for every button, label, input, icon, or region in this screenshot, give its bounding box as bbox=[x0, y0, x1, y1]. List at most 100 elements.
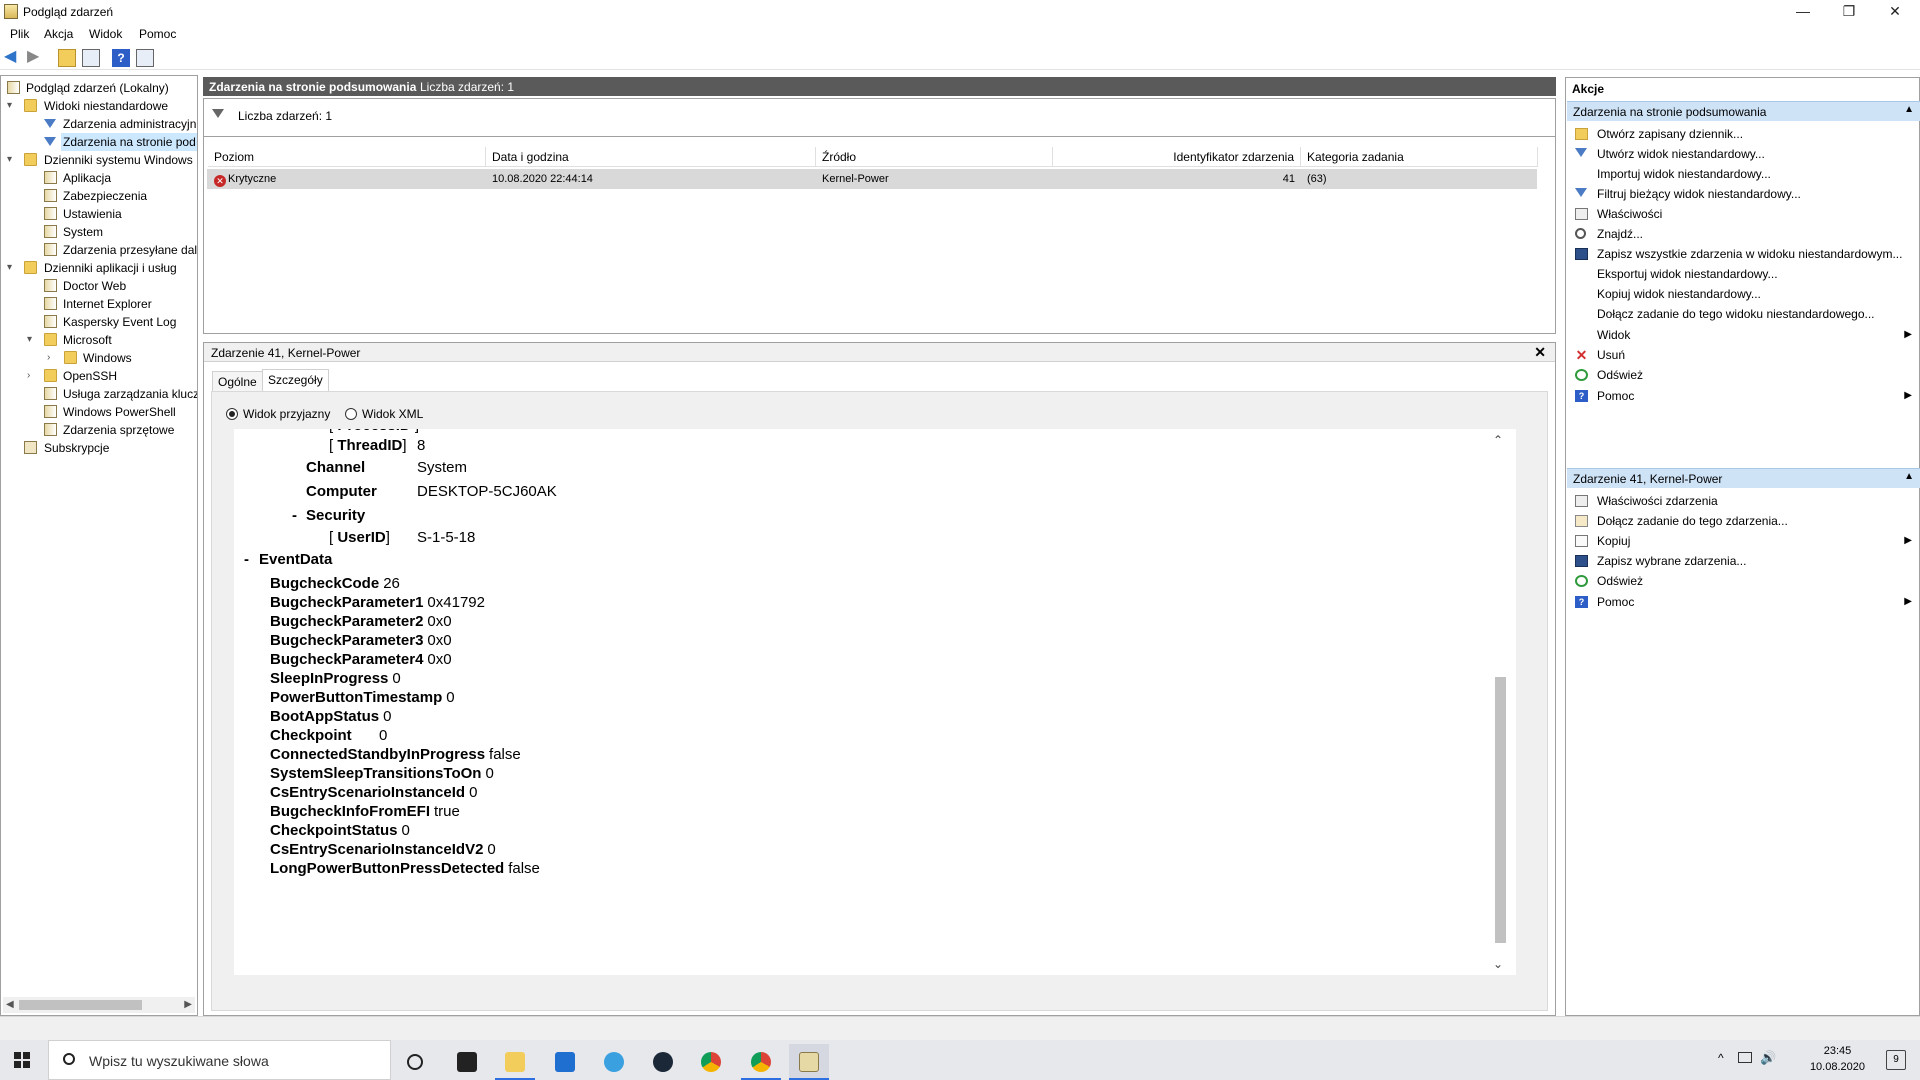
task-view-button[interactable] bbox=[395, 1044, 435, 1080]
submenu-arrow-icon: ▶ bbox=[1904, 390, 1912, 401]
log-icon bbox=[44, 171, 57, 184]
action-item[interactable]: Kopiuj ▶ bbox=[1567, 531, 1920, 551]
action-item[interactable]: Zapisz wybrane zdarzenia... bbox=[1567, 551, 1920, 571]
action-item[interactable]: Dołącz zadanie do tego zdarzenia... bbox=[1567, 511, 1920, 531]
expand-chevron-icon[interactable]: › bbox=[27, 367, 37, 385]
scrollbar-thumb[interactable] bbox=[1495, 677, 1506, 943]
back-arrow-icon[interactable]: ◀ bbox=[4, 49, 22, 67]
collapse-section-icon[interactable]: ▲ bbox=[1904, 471, 1914, 482]
mail-taskbar-button[interactable] bbox=[545, 1044, 585, 1080]
taskbar-search-box[interactable]: Wpisz tu wyszukiwane słowa bbox=[48, 1040, 391, 1080]
close-detail-icon[interactable]: ✕ bbox=[1534, 344, 1546, 361]
scroll-up-icon[interactable]: ⌃ bbox=[1493, 433, 1503, 447]
collapse-chevron-icon[interactable]: ▾ bbox=[7, 151, 17, 169]
friendly-view-content: [ ProcessID ] [ ThreadID] 8 Channel Syst… bbox=[234, 429, 1516, 975]
action-item[interactable]: Właściwości zdarzenia bbox=[1567, 491, 1920, 511]
action-item[interactable]: Importuj widok niestandardowy... bbox=[1567, 164, 1920, 184]
window-title: Podgląd zdarzeń bbox=[23, 5, 114, 19]
close-button[interactable]: ✕ bbox=[1872, 0, 1918, 22]
clock[interactable]: 23:45 10.08.2020 bbox=[1810, 1043, 1865, 1075]
file-explorer-taskbar-button[interactable] bbox=[495, 1044, 535, 1080]
actions-section-summary[interactable]: Zdarzenia na stronie podsumowania ▲ bbox=[1567, 101, 1920, 121]
help-icon[interactable]: ? bbox=[112, 49, 130, 67]
tab-general[interactable]: Ogólne bbox=[212, 371, 263, 391]
show-hide-action-pane-icon[interactable] bbox=[136, 49, 154, 67]
windows-logo-icon bbox=[14, 1061, 21, 1068]
action-item[interactable]: Zapisz wszystkie zdarzenia w widoku nies… bbox=[1567, 244, 1920, 264]
action-item[interactable]: Kopiuj widok niestandardowy... bbox=[1567, 284, 1920, 304]
submenu-arrow-icon: ▶ bbox=[1904, 329, 1912, 340]
collapse-chevron-icon[interactable]: ▾ bbox=[27, 331, 37, 349]
chrome-profile-taskbar-button[interactable] bbox=[741, 1044, 781, 1080]
properties-icon bbox=[1575, 208, 1588, 220]
scrollbar-thumb[interactable] bbox=[19, 1000, 142, 1010]
details-vertical-scrollbar[interactable]: ⌃ ⌄ bbox=[1492, 429, 1509, 975]
xml-value-computer: DESKTOP-5CJ60AK bbox=[417, 483, 557, 500]
chrome-taskbar-button[interactable] bbox=[691, 1044, 731, 1080]
action-item[interactable]: ? Pomoc ▶ bbox=[1567, 386, 1920, 406]
action-item[interactable]: Widok ▶ bbox=[1567, 325, 1920, 345]
show-hidden-icons-icon[interactable]: ^ bbox=[1718, 1051, 1724, 1065]
actions-title: Akcje bbox=[1572, 82, 1605, 96]
action-item[interactable]: Otwórz zapisany dziennik... bbox=[1567, 124, 1920, 144]
column-header-level[interactable]: Poziom bbox=[208, 147, 486, 167]
column-header-event-id[interactable]: Identyfikator zdarzenia bbox=[1053, 147, 1301, 167]
up-folder-icon[interactable] bbox=[58, 49, 76, 67]
action-item[interactable]: Właściwości bbox=[1567, 204, 1920, 224]
network-icon[interactable] bbox=[1738, 1052, 1752, 1063]
summary-title: Zdarzenia na stronie podsumowania bbox=[209, 80, 417, 94]
scroll-right-icon[interactable]: ▶ bbox=[184, 997, 192, 1013]
maximize-button[interactable]: ❐ bbox=[1826, 0, 1872, 22]
collapse-chevron-icon[interactable]: ▾ bbox=[7, 97, 17, 115]
volume-icon[interactable]: 🔊 bbox=[1760, 1050, 1776, 1066]
action-item[interactable]: Znajdź... bbox=[1567, 224, 1920, 244]
menu-view[interactable]: Widok bbox=[89, 27, 122, 41]
table-row[interactable]: ✕ Krytyczne 10.08.2020 22:44:14 Kernel-Po… bbox=[207, 169, 1537, 189]
collapse-section-icon[interactable]: ▲ bbox=[1904, 104, 1914, 115]
internet-explorer-icon bbox=[604, 1052, 624, 1072]
radio-friendly-view[interactable]: Widok przyjazny bbox=[226, 407, 330, 421]
collapse-security-toggle[interactable]: - bbox=[292, 505, 297, 527]
clock-time: 23:45 bbox=[1823, 1045, 1852, 1057]
event-viewer-icon bbox=[7, 81, 20, 94]
tree-horizontal-scrollbar[interactable]: ◀ ▶ bbox=[3, 997, 195, 1013]
column-header-source[interactable]: Źródło bbox=[816, 147, 1053, 167]
radio-xml-view[interactable]: Widok XML bbox=[345, 407, 423, 421]
start-button[interactable] bbox=[14, 1052, 30, 1068]
log-icon bbox=[44, 297, 57, 310]
refresh-icon bbox=[1575, 575, 1588, 587]
action-item[interactable]: Odśwież bbox=[1567, 365, 1920, 385]
delete-icon: ✕ bbox=[1575, 347, 1588, 363]
show-hide-tree-icon[interactable] bbox=[82, 49, 100, 67]
menu-action[interactable]: Akcja bbox=[44, 27, 73, 41]
scroll-left-icon[interactable]: ◀ bbox=[6, 997, 14, 1013]
action-item[interactable]: Odśwież bbox=[1567, 571, 1920, 591]
expand-chevron-icon[interactable]: › bbox=[47, 349, 57, 367]
log-icon bbox=[44, 225, 57, 238]
open-saved-log-icon bbox=[1575, 128, 1588, 140]
minimize-button[interactable]: — bbox=[1780, 0, 1826, 22]
action-item[interactable]: ✕ Usuń bbox=[1567, 345, 1920, 365]
actions-section-event[interactable]: Zdarzenie 41, Kernel-Power ▲ bbox=[1567, 468, 1920, 488]
column-header-task-category[interactable]: Kategoria zadania bbox=[1301, 147, 1538, 167]
filter-count: Liczba zdarzeń: 1 bbox=[238, 109, 333, 123]
action-item[interactable]: ? Pomoc ▶ bbox=[1567, 592, 1920, 612]
forward-arrow-icon[interactable]: ▶ bbox=[27, 49, 45, 67]
menu-file[interactable]: Plik bbox=[10, 27, 29, 41]
event-viewer-taskbar-button[interactable] bbox=[789, 1044, 829, 1080]
collapse-eventdata-toggle[interactable]: - bbox=[244, 549, 249, 571]
action-item[interactable]: Filtruj bieżący widok niestandardowy... bbox=[1567, 184, 1920, 204]
tab-details[interactable]: Szczegóły bbox=[262, 369, 329, 391]
steam-taskbar-button[interactable] bbox=[643, 1044, 683, 1080]
action-item[interactable]: Dołącz zadanie do tego widoku niestandar… bbox=[1567, 304, 1920, 324]
collapse-chevron-icon[interactable]: ▾ bbox=[7, 259, 17, 277]
menu-help[interactable]: Pomoc bbox=[139, 27, 176, 41]
ie-taskbar-button[interactable] bbox=[594, 1044, 634, 1080]
scroll-down-icon[interactable]: ⌄ bbox=[1493, 957, 1503, 971]
summary-header: Zdarzenia na stronie podsumowania Liczba… bbox=[203, 77, 1556, 96]
action-item[interactable]: Eksportuj widok niestandardowy... bbox=[1567, 264, 1920, 284]
epic-games-taskbar-button[interactable] bbox=[447, 1044, 487, 1080]
column-header-datetime[interactable]: Data i godzina bbox=[486, 147, 816, 167]
notifications-icon[interactable]: 9 bbox=[1886, 1050, 1906, 1070]
action-item[interactable]: Utwórz widok niestandardowy... bbox=[1567, 144, 1920, 164]
